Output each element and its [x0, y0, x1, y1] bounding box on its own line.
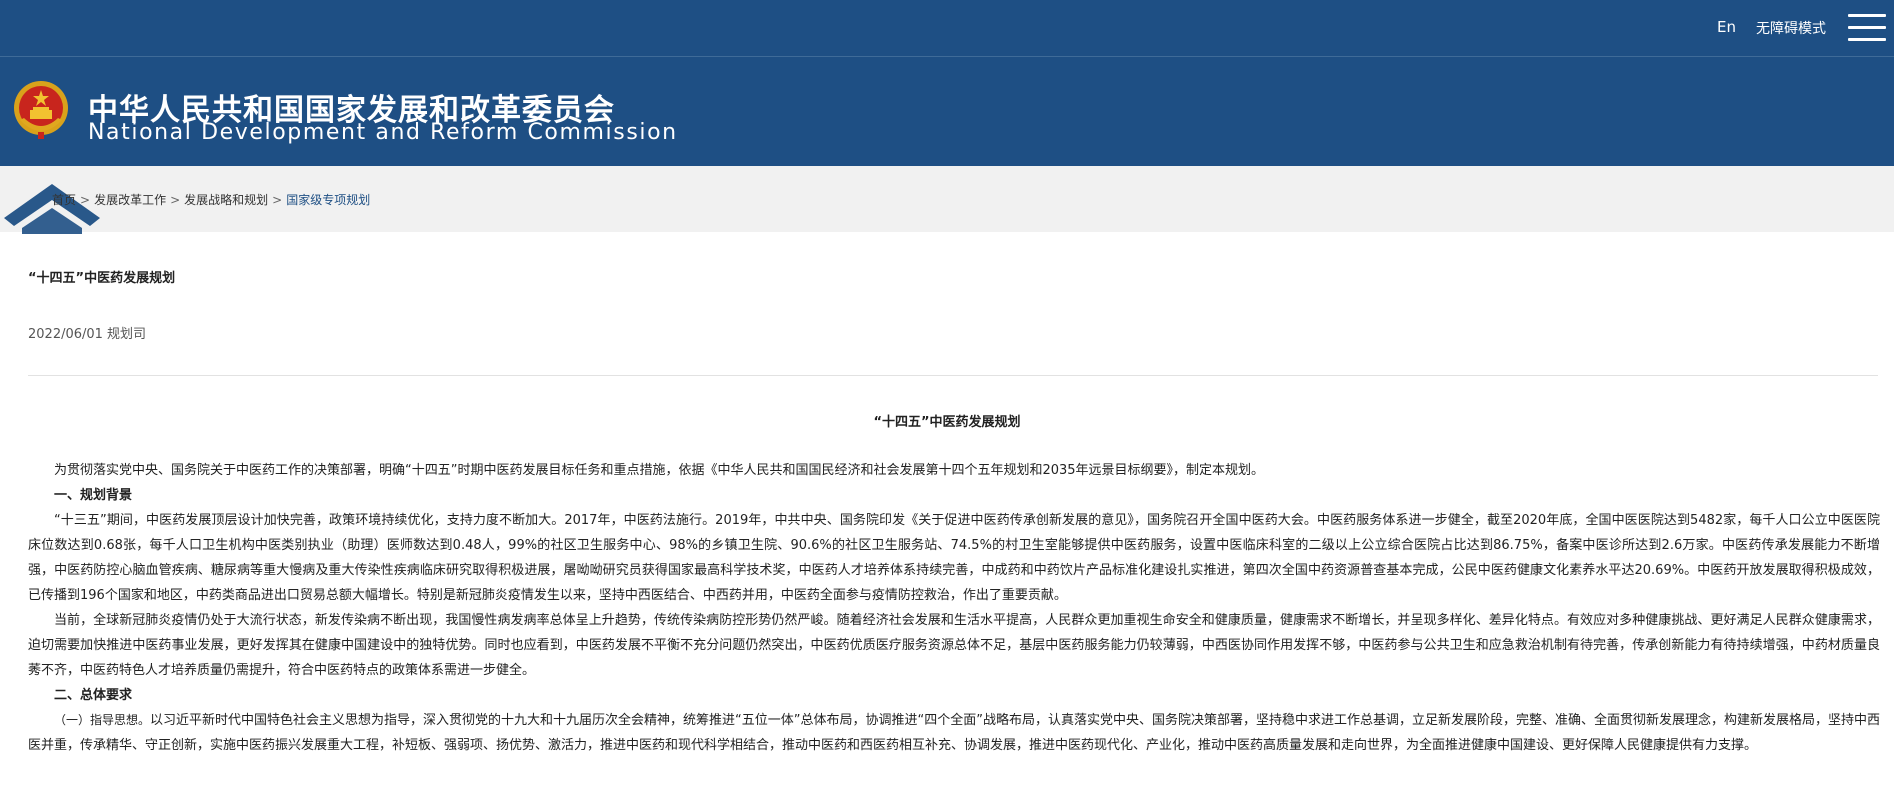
paragraph-text: “十三五”期间，中医药发展顶层设计加快完善，政策环境持续优化，支持力度不断加大。… — [28, 513, 1880, 603]
breadcrumb: 首页 > 发展改革工作 > 发展战略和规划 > 国家级专项规划 — [52, 191, 370, 208]
article-meta: 2022/06/01 规划司 — [28, 323, 146, 342]
accessibility-mode-link[interactable]: 无障碍模式 — [1756, 18, 1826, 38]
paragraph-text: 为贯彻落实党中央、国务院关于中医药工作的决策部署，明确“十四五”时期中医药发展目… — [54, 463, 1265, 478]
breadcrumb-development-reform-work[interactable]: 发展改革工作 — [94, 193, 166, 207]
body-paragraph: 为贯彻落实党中央、国务院关于中医药工作的决策部署，明确“十四五”时期中医药发展目… — [28, 458, 1880, 483]
paragraph-text: 以习近平新时代中国特色社会主义思想为指导，深入贯彻党的十九大和十九届历次全会精神… — [28, 713, 1880, 753]
site-title-english[interactable]: National Development and Reform Commissi… — [88, 120, 678, 145]
english-link[interactable]: En — [1717, 18, 1736, 36]
paragraph-text: 当前，全球新冠肺炎疫情仍处于大流行状态，新发传染病不断出现，我国慢性病发病率总体… — [28, 613, 1880, 678]
breadcrumb-home[interactable]: 首页 — [52, 193, 76, 207]
paragraph-text: 二、总体要求 — [54, 688, 133, 703]
paragraph-lead: （一）指导思想。 — [54, 713, 151, 727]
breadcrumb-separator: > — [272, 193, 283, 207]
paragraph-text: 一、规划背景 — [54, 488, 133, 503]
breadcrumb-separator: > — [80, 193, 91, 207]
breadcrumb-bar: 首页 > 发展改革工作 > 发展战略和规划 > 国家级专项规划 — [0, 166, 1894, 234]
site-banner: 中华人民共和国国家发展和改革委员会 National Development a… — [0, 57, 1894, 166]
hamburger-menu-icon[interactable] — [1848, 14, 1886, 44]
breadcrumb-strategy-planning[interactable]: 发展战略和规划 — [184, 193, 268, 207]
body-paragraph: 当前，全球新冠肺炎疫情仍处于大流行状态，新发传染病不断出现，我国慢性病发病率总体… — [28, 608, 1880, 683]
breadcrumb-national-special-plans[interactable]: 国家级专项规划 — [286, 193, 370, 207]
article-body: 为贯彻落实党中央、国务院关于中医药工作的决策部署，明确“十四五”时期中医药发展目… — [28, 458, 1880, 758]
article-source: 规划司 — [106, 327, 146, 342]
document-heading: “十四五”中医药发展规划 — [873, 415, 1021, 430]
top-bar: En 无障碍模式 — [0, 0, 1894, 57]
breadcrumb-separator: > — [170, 193, 181, 207]
home-icon[interactable] — [4, 182, 100, 234]
article-title: “十四五”中医药发展规划 — [28, 271, 176, 286]
title-divider — [28, 375, 1878, 376]
national-emblem-icon[interactable] — [12, 80, 70, 140]
section-heading: 二、总体要求 — [28, 683, 1880, 708]
article-date: 2022/06/01 — [28, 327, 103, 342]
body-paragraph: （一）指导思想。以习近平新时代中国特色社会主义思想为指导，深入贯彻党的十九大和十… — [28, 708, 1880, 758]
body-paragraph: “十三五”期间，中医药发展顶层设计加快完善，政策环境持续优化，支持力度不断加大。… — [28, 508, 1880, 608]
section-heading: 一、规划背景 — [28, 483, 1880, 508]
